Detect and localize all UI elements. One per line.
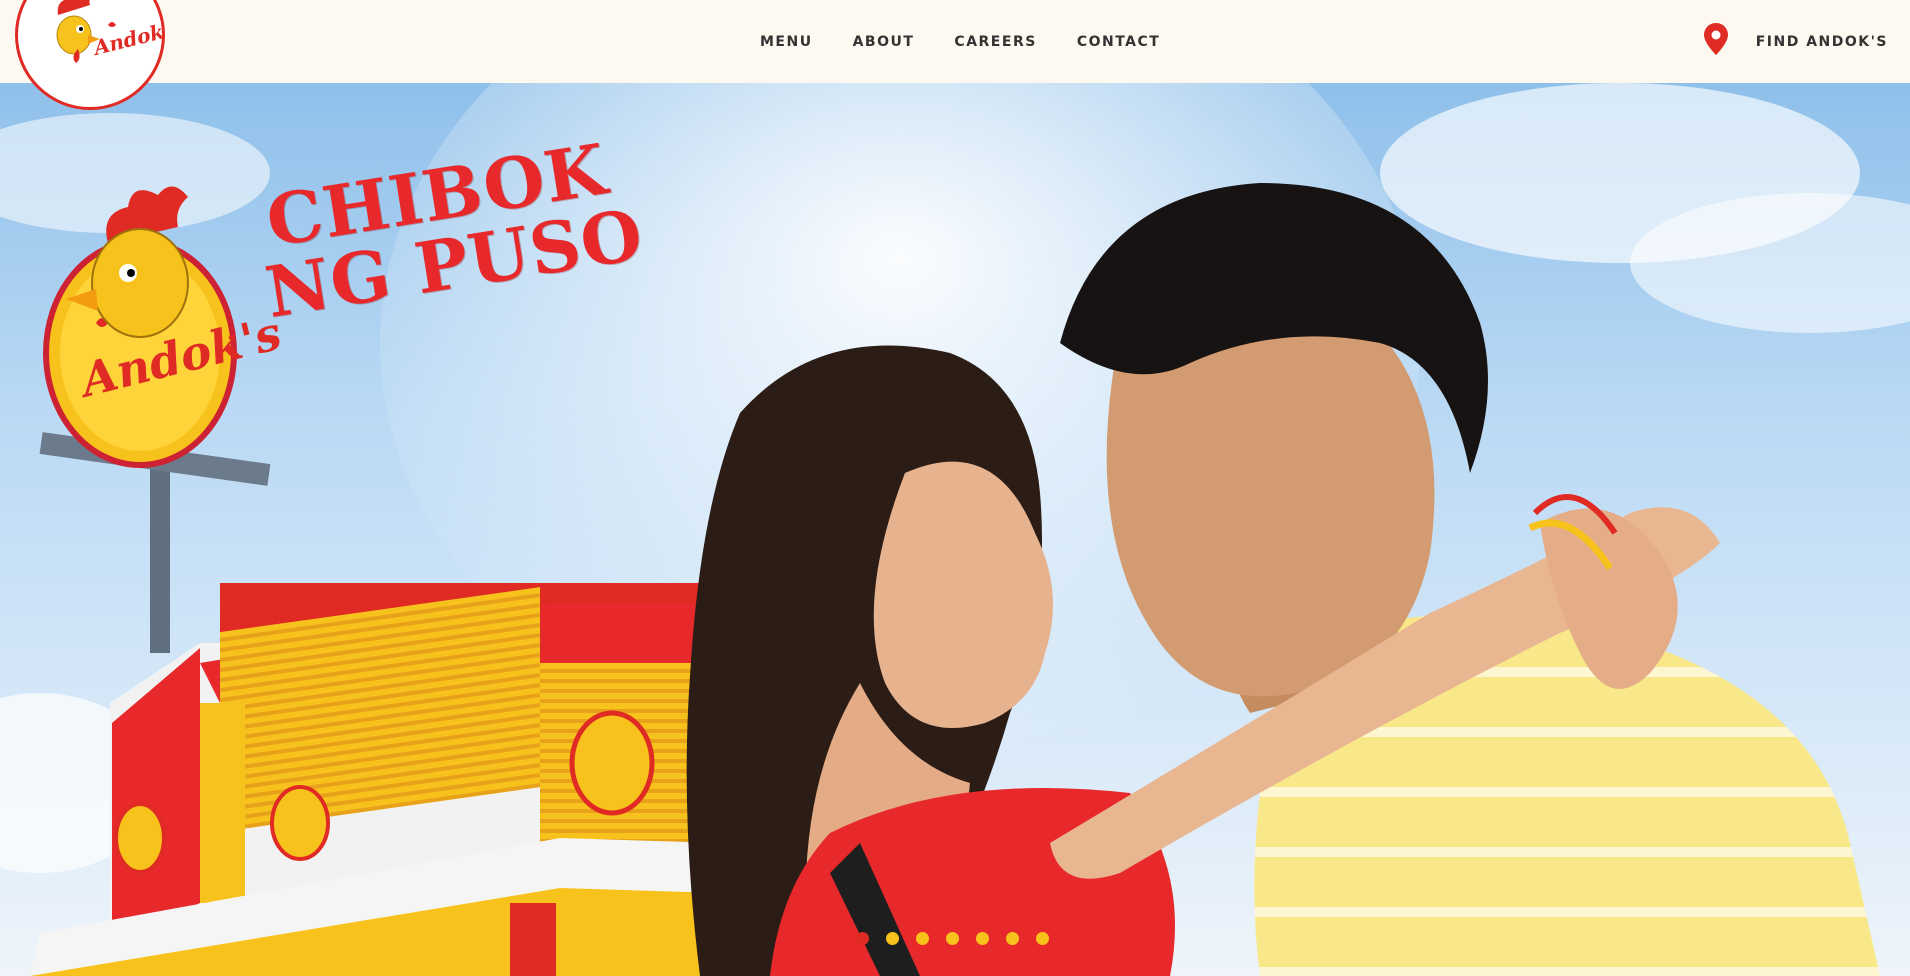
carousel-pagination — [856, 932, 1049, 945]
hero-carousel: Andok's CHIBOK NG PUSO — [0, 83, 1910, 976]
carousel-dot-6[interactable] — [1006, 932, 1019, 945]
main-nav: MENU ABOUT CAREERS CONTACT — [760, 0, 1160, 83]
carousel-dot-7[interactable] — [1036, 932, 1049, 945]
nav-about[interactable]: ABOUT — [853, 34, 915, 50]
carousel-dot-5[interactable] — [976, 932, 989, 945]
carousel-dot-3[interactable] — [916, 932, 929, 945]
andoks-logo[interactable]: Andok's — [15, 0, 165, 110]
location-pin-icon — [1703, 23, 1728, 60]
site-header: Andok's MENU ABOUT CAREERS CONTACT FIND … — [0, 0, 1910, 110]
nav-menu[interactable]: MENU — [760, 34, 813, 50]
nav-contact[interactable]: CONTACT — [1077, 34, 1161, 50]
carousel-dot-4[interactable] — [946, 932, 959, 945]
carousel-dot-2[interactable] — [886, 932, 899, 945]
carousel-dot-1[interactable] — [856, 932, 869, 945]
logo-wordmark: Andok's — [89, 15, 165, 60]
nav-careers[interactable]: CAREERS — [954, 34, 1036, 50]
find-andoks-link[interactable]: FIND ANDOK'S — [1703, 0, 1888, 83]
find-andoks-label: FIND ANDOK'S — [1755, 33, 1888, 50]
